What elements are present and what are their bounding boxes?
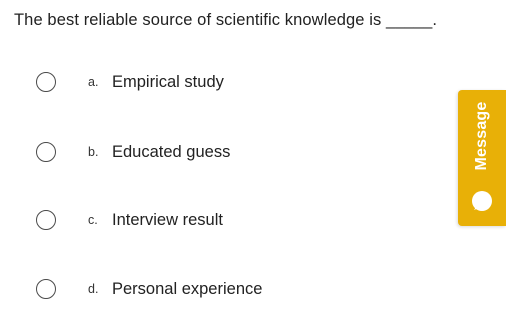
option-b[interactable]: b. Educated guess (36, 137, 230, 167)
radio-button-d[interactable] (36, 279, 56, 299)
option-letter-c: c. (88, 213, 98, 227)
option-label-a: Empirical study (112, 72, 224, 91)
option-letter-b: b. (88, 145, 99, 159)
message-tab-label: Message (473, 101, 490, 171)
quiz-page: The best reliable source of scientific k… (0, 0, 506, 332)
radio-button-b[interactable] (36, 142, 56, 162)
option-label-d: Personal experience (112, 279, 263, 298)
answer-options: a. Empirical study b. Educated guess c. … (0, 0, 458, 332)
option-label-c: Interview result (112, 210, 223, 229)
option-letter-d: d. (88, 282, 99, 296)
option-a[interactable]: a. Empirical study (36, 67, 224, 97)
option-d[interactable]: d. Personal experience (36, 274, 262, 304)
option-letter-a: a. (88, 75, 99, 89)
option-label-b: Educated guess (112, 142, 231, 161)
radio-button-a[interactable] (36, 72, 56, 92)
message-tab-button[interactable]: Message (458, 90, 506, 226)
radio-button-c[interactable] (36, 210, 56, 230)
option-c[interactable]: c. Interview result (36, 205, 223, 235)
chat-bubble-icon (472, 191, 492, 211)
